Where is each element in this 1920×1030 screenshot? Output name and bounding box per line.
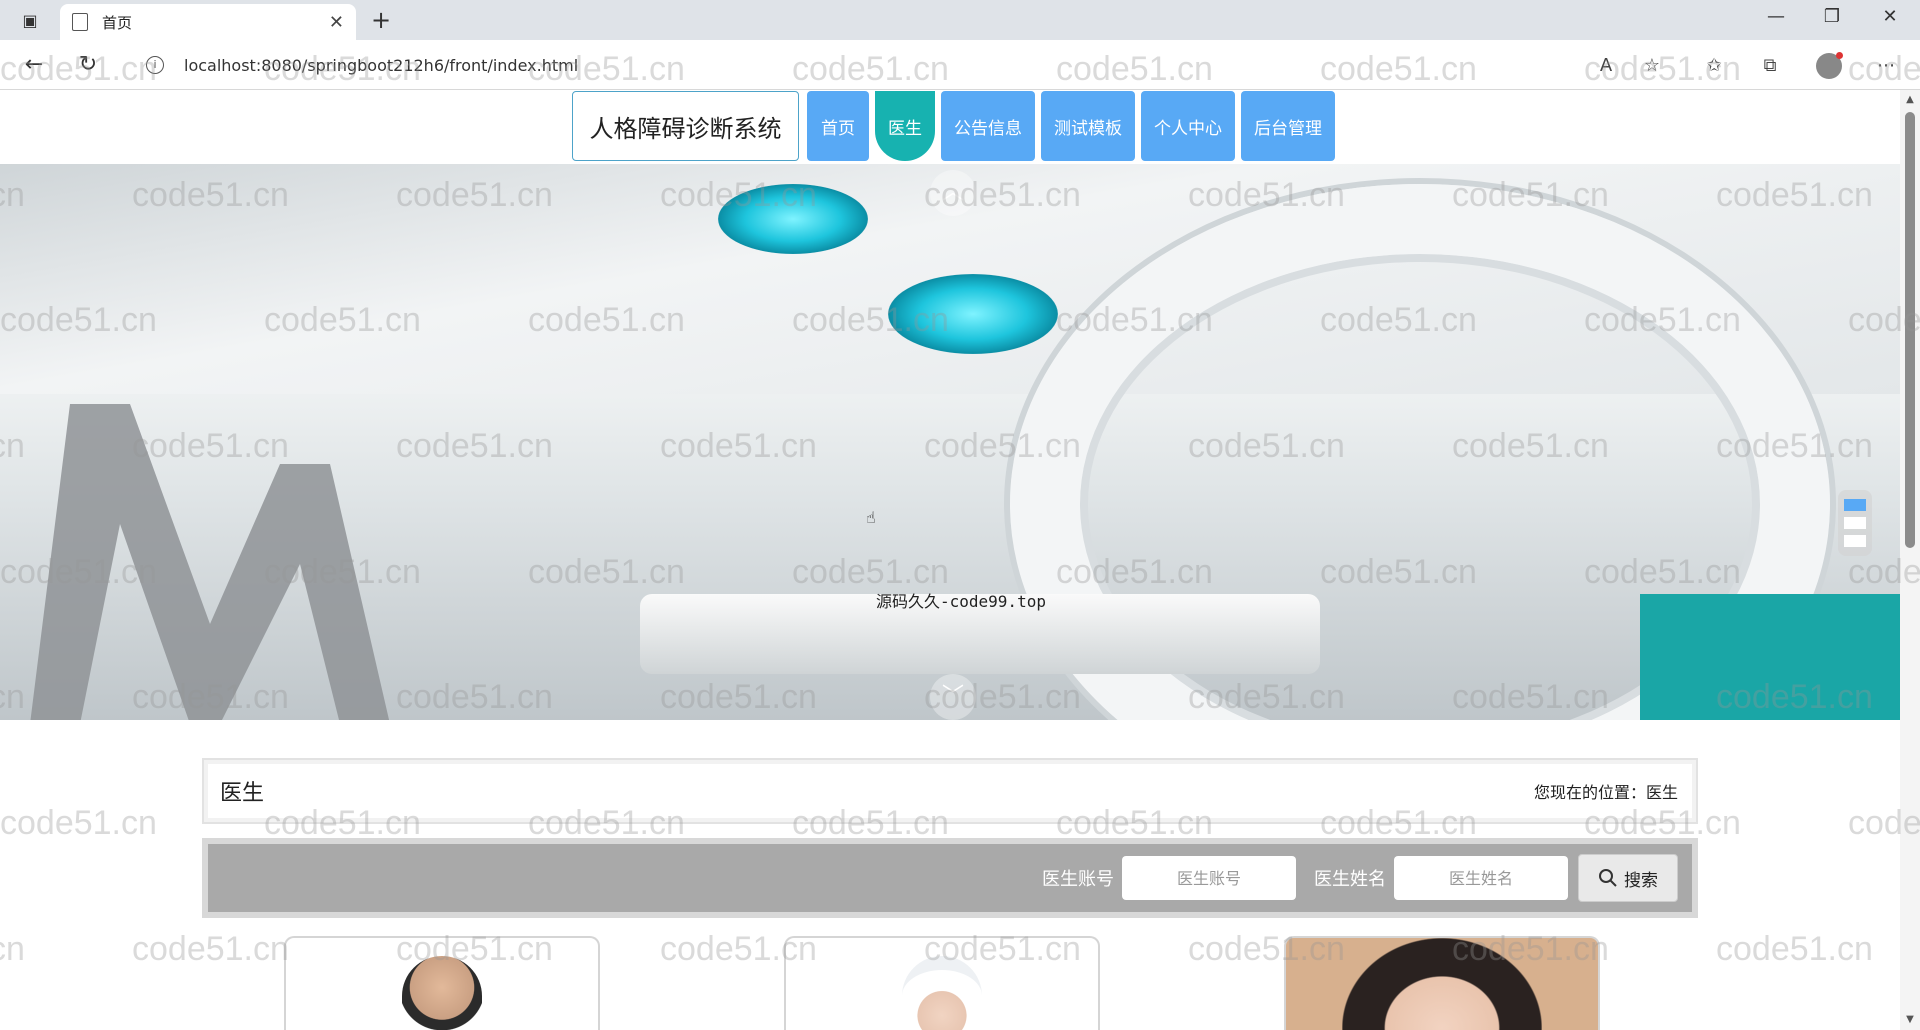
location-prefix: 您现在的位置： bbox=[1533, 783, 1646, 802]
nav-item-personal-center[interactable]: 个人中心 bbox=[1141, 91, 1235, 161]
minimize-icon[interactable]: — bbox=[1756, 6, 1796, 27]
breadcrumb: 医生 您现在的位置：医生 bbox=[202, 758, 1698, 824]
read-aloud-icon[interactable]: A bbox=[1592, 52, 1620, 80]
doctor-photo bbox=[1342, 938, 1542, 1030]
page-scrollbar[interactable]: ▲ ▼ bbox=[1900, 90, 1920, 1030]
back-icon[interactable]: ← bbox=[18, 50, 50, 80]
search-bar: 医生账号 医生姓名 搜索 bbox=[202, 838, 1698, 918]
doctor-photo bbox=[902, 956, 982, 1030]
carousel-next-icon[interactable]: ﹀ bbox=[930, 674, 976, 720]
surgical-lamp-image bbox=[888, 274, 1058, 354]
hero-carousel[interactable]: ︿ ﹀ 源码久久-code99.top bbox=[0, 164, 1900, 720]
hero-caption: 源码久久-code99.top bbox=[876, 592, 1046, 611]
equipment-panel-image bbox=[1640, 594, 1900, 720]
refresh-icon[interactable]: ↻ bbox=[72, 50, 104, 80]
page-icon bbox=[72, 13, 88, 31]
nav-item-test-templates[interactable]: 测试模板 bbox=[1041, 91, 1135, 161]
nav-item-admin[interactable]: 后台管理 bbox=[1241, 91, 1335, 161]
add-favorite-icon[interactable]: ☆ bbox=[1638, 52, 1666, 80]
carousel-indicator-2[interactable] bbox=[1844, 517, 1866, 529]
doctor-card[interactable] bbox=[284, 936, 600, 1030]
account-label: 医生账号 bbox=[1042, 869, 1114, 890]
location-value[interactable]: 医生 bbox=[1646, 783, 1678, 802]
name-label: 医生姓名 bbox=[1314, 869, 1386, 890]
decorative-letter-m bbox=[30, 404, 390, 720]
more-icon[interactable]: ⋯ bbox=[1872, 52, 1900, 80]
favorites-icon[interactable]: ✩ bbox=[1700, 52, 1728, 80]
scroll-up-icon[interactable]: ▲ bbox=[1900, 90, 1920, 110]
address-bar: ← ↻ i localhost:8080/springboot212h6/fro… bbox=[0, 40, 1920, 90]
restore-icon[interactable]: ❐ bbox=[1812, 6, 1852, 27]
current-location: 您现在的位置：医生 bbox=[1534, 779, 1678, 803]
url-text: localhost:8080/springboot212h6/front/ind… bbox=[184, 55, 579, 75]
notification-dot bbox=[1836, 52, 1843, 59]
tab-actions-icon[interactable]: ▣ bbox=[16, 8, 44, 32]
nav-item-home[interactable]: 首页 bbox=[807, 91, 869, 161]
info-icon[interactable]: i bbox=[146, 56, 164, 74]
nav-item-doctor[interactable]: 医生 bbox=[875, 91, 935, 161]
carousel-indicator-1[interactable] bbox=[1844, 499, 1866, 511]
tab-title: 首页 bbox=[102, 13, 133, 32]
scrollbar-thumb[interactable] bbox=[1905, 112, 1915, 548]
doctor-card[interactable] bbox=[784, 936, 1100, 1030]
mouse-cursor-icon: ☝ bbox=[866, 508, 876, 527]
search-button-label: 搜索 bbox=[1624, 870, 1658, 891]
surgical-lamp-image bbox=[718, 184, 868, 254]
carousel-indicator-3[interactable] bbox=[1844, 535, 1866, 547]
search-icon bbox=[1599, 869, 1617, 887]
section-title: 医生 bbox=[220, 781, 265, 806]
close-window-icon[interactable]: ✕ bbox=[1870, 6, 1910, 27]
url-field[interactable]: i localhost:8080/springboot212h6/front/i… bbox=[132, 48, 1572, 82]
name-search-input[interactable] bbox=[1394, 856, 1568, 900]
nav-item-notices[interactable]: 公告信息 bbox=[941, 91, 1035, 161]
carousel-prev-icon[interactable]: ︿ bbox=[930, 170, 976, 216]
close-tab-icon[interactable]: ✕ bbox=[329, 12, 344, 33]
new-tab-icon[interactable]: + bbox=[366, 6, 396, 34]
browser-tab-bar: ▣ 首页 ✕ + — ❐ ✕ bbox=[0, 0, 1920, 40]
site-brand[interactable]: 人格障碍诊断系统 bbox=[572, 91, 799, 161]
collections-icon[interactable]: ⧉ bbox=[1756, 52, 1784, 80]
search-button[interactable]: 搜索 bbox=[1578, 854, 1678, 902]
top-navigation: 人格障碍诊断系统 首页 医生 公告信息 测试模板 个人中心 后台管理 bbox=[572, 90, 1341, 162]
carousel-indicators bbox=[1838, 490, 1872, 556]
account-search-input[interactable] bbox=[1122, 856, 1296, 900]
browser-tab[interactable]: 首页 ✕ bbox=[60, 4, 356, 40]
scroll-down-icon[interactable]: ▼ bbox=[1900, 1010, 1920, 1030]
doctor-card[interactable] bbox=[1284, 936, 1600, 1030]
page-viewport: 人格障碍诊断系统 首页 医生 公告信息 测试模板 个人中心 后台管理 ︿ ﹀ 源… bbox=[0, 90, 1900, 1030]
doctor-photo bbox=[402, 956, 482, 1030]
